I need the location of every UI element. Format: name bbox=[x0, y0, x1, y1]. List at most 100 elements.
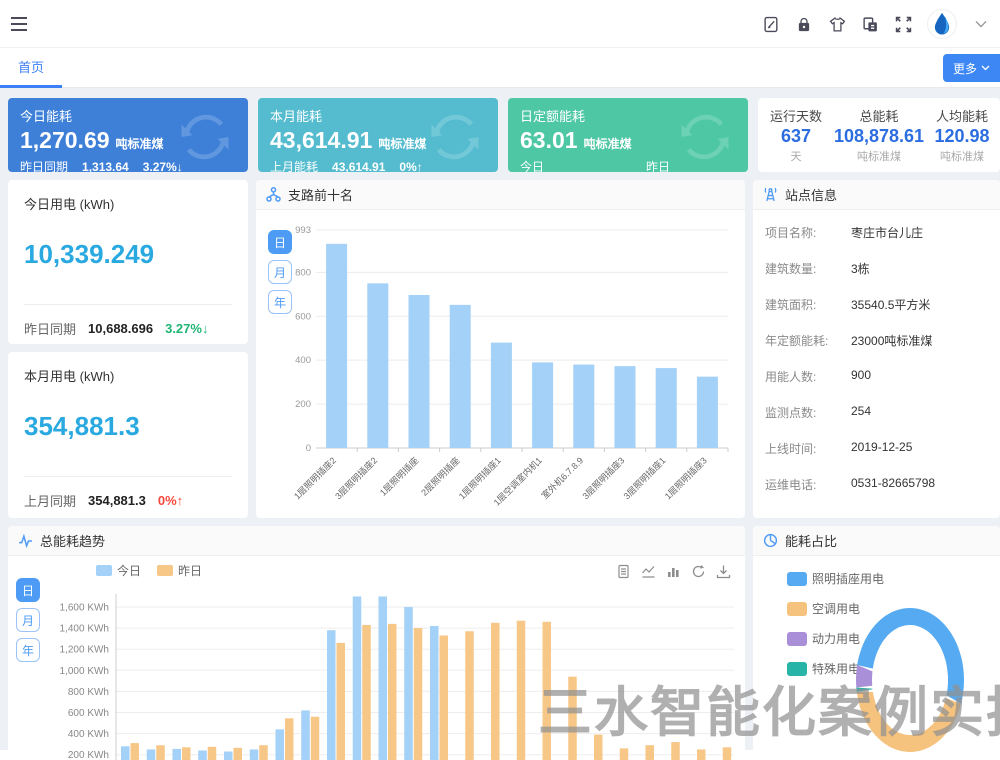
kpi-unit: 吨标准煤 bbox=[116, 137, 164, 151]
usage-value: 354,881.3 bbox=[24, 411, 232, 442]
usage-compare-label: 上月同期 bbox=[24, 491, 76, 510]
svg-text:3层照明插座3: 3层照明插座3 bbox=[580, 455, 627, 502]
energy-share-donut bbox=[753, 556, 1000, 760]
kpi-share-label: 昨日占比: bbox=[646, 158, 671, 172]
kpi-value: 63.01 bbox=[520, 127, 578, 153]
usage-compare-value: 10,688.696 bbox=[88, 321, 153, 336]
site-row: 建筑数量:3栋 bbox=[765, 260, 988, 296]
pie-chart-icon bbox=[763, 533, 778, 548]
fullscreen-icon[interactable] bbox=[894, 15, 912, 33]
kpi-compare-value: 1,313.64 bbox=[82, 160, 129, 173]
usage-title: 本月用电 (kWh) bbox=[24, 366, 232, 385]
kpi-share-label: 今日占比: bbox=[520, 158, 545, 172]
kpi-unit: 吨标准煤 bbox=[584, 137, 632, 151]
svg-text:1层照明插座: 1层照明插座 bbox=[377, 455, 420, 498]
site-row: 监测点数:254 bbox=[765, 404, 988, 440]
top-bar bbox=[0, 0, 1000, 48]
energy-share-panel: 能耗占比 照明插座用电 空调用电 动力用电 特殊用电 bbox=[753, 526, 1000, 760]
kpi-card-daily-quota-energy: 日定额能耗 63.01吨标准煤 今日占比:2,016.54% 昨日占比:2,08… bbox=[508, 98, 748, 172]
svg-text:1,600 KWh: 1,600 KWh bbox=[60, 603, 109, 614]
svg-text:1,200 KWh: 1,200 KWh bbox=[60, 645, 109, 656]
svg-text:1层照明插座1: 1层照明插座1 bbox=[456, 455, 503, 502]
usage-compare-value: 354,881.3 bbox=[88, 493, 146, 508]
stat-label: 运行天数 bbox=[758, 106, 834, 125]
usage-value: 10,339.249 bbox=[24, 239, 232, 270]
usage-compare-label: 昨日同期 bbox=[24, 319, 76, 338]
kpi-card-today-energy: 今日能耗 1,270.69吨标准煤 昨日同期1,313.643.27%↓ bbox=[8, 98, 248, 172]
stat-total-energy: 总能耗 108,878.61 吨标准煤 bbox=[834, 106, 924, 164]
stat-running-days: 运行天数 637 天 bbox=[758, 106, 834, 164]
usage-delta: 3.27%↓ bbox=[165, 321, 208, 336]
kpi-value: 43,614.91 bbox=[270, 127, 372, 153]
stats-card: 运行天数 637 天 总能耗 108,878.61 吨标准煤 人均能耗 120.… bbox=[758, 98, 1000, 172]
svg-text:993: 993 bbox=[295, 225, 311, 236]
branch-circuit-icon bbox=[266, 187, 281, 202]
svg-text:800 KWh: 800 KWh bbox=[68, 687, 109, 698]
svg-text:0: 0 bbox=[306, 443, 311, 454]
site-row: 上线时间:2019-12-25 bbox=[765, 440, 988, 476]
site-info-header: 站点信息 bbox=[753, 180, 1000, 210]
kpi-compare-label: 昨日同期 bbox=[20, 158, 68, 172]
svg-text:1层照明插座3: 1层照明插座3 bbox=[662, 455, 709, 502]
recycle-icon bbox=[176, 108, 234, 171]
stat-per-capita-energy: 人均能耗 120.98 吨标准煤 bbox=[924, 106, 1000, 164]
svg-text:3层照明插座2: 3层照明插座2 bbox=[333, 455, 380, 502]
stat-unit: 天 bbox=[758, 148, 834, 164]
site-row: 用能人数:900 bbox=[765, 368, 988, 404]
site-info-title: 站点信息 bbox=[785, 185, 837, 204]
stat-unit: 吨标准煤 bbox=[834, 148, 924, 164]
svg-text:3层照明插座1: 3层照明插座1 bbox=[621, 455, 668, 502]
svg-text:1,400 KWh: 1,400 KWh bbox=[60, 624, 109, 635]
tab-bar: 首页 更多 bbox=[0, 48, 1000, 88]
svg-text:1层照明插座2: 1层照明插座2 bbox=[291, 455, 338, 502]
svg-text:800: 800 bbox=[295, 267, 311, 278]
edit-note-icon[interactable] bbox=[762, 15, 780, 33]
water-drop-logo[interactable] bbox=[927, 9, 957, 39]
copy-icon[interactable] bbox=[861, 15, 879, 33]
site-row: 运维电话:0531-82665798 bbox=[765, 476, 988, 512]
trend-pulse-icon bbox=[18, 533, 33, 548]
svg-text:600: 600 bbox=[295, 311, 311, 322]
hamburger-menu-icon[interactable] bbox=[10, 15, 30, 33]
lock-icon[interactable] bbox=[795, 15, 813, 33]
site-info-panel: 站点信息 项目名称:枣庄市台儿庄 建筑数量:3栋 建筑面积:35540.5平方米… bbox=[753, 180, 1000, 518]
trend-panel-header: 总能耗趋势 bbox=[8, 526, 745, 556]
divider bbox=[24, 476, 232, 477]
recycle-icon bbox=[426, 108, 484, 171]
svg-text:室外机6.7.8.9: 室外机6.7.8.9 bbox=[539, 455, 585, 501]
site-info-rows: 项目名称:枣庄市台儿庄 建筑数量:3栋 建筑面积:35540.5平方米 年定额能… bbox=[753, 210, 1000, 512]
more-button[interactable]: 更多 bbox=[943, 54, 1000, 82]
branch-top10-panel: 支路前十名 日 月 年 02004006008009931层照明插座23层照明插… bbox=[256, 180, 745, 518]
branch-panel-header: 支路前十名 bbox=[256, 180, 745, 210]
signal-tower-icon bbox=[763, 187, 778, 202]
more-chevron-icon bbox=[981, 65, 990, 71]
divider bbox=[24, 304, 232, 305]
tab-home-label: 首页 bbox=[18, 57, 44, 76]
energy-trend-chart: 1,600 KWh1,400 KWh1,200 KWh1,000 KWh800 … bbox=[8, 574, 745, 760]
kpi-value: 1,270.69 bbox=[20, 127, 110, 153]
kpi-delta: 0%↑ bbox=[399, 160, 422, 173]
share-panel-title: 能耗占比 bbox=[785, 531, 837, 550]
branch-top10-chart: 02004006008009931层照明插座23层照明插座21层照明插座2层照明… bbox=[288, 218, 740, 518]
usage-card-today: 今日用电 (kWh) 10,339.249 昨日同期 10,688.696 3.… bbox=[8, 180, 248, 344]
stat-value: 108,878.61 bbox=[834, 126, 924, 147]
recycle-icon bbox=[676, 108, 734, 171]
usage-card-month: 本月用电 (kWh) 354,881.3 上月同期 354,881.3 0%↑ bbox=[8, 352, 248, 518]
stat-value: 637 bbox=[758, 126, 834, 147]
kpi-compare-value: 43,614.91 bbox=[332, 160, 385, 173]
stat-value: 120.98 bbox=[924, 126, 1000, 147]
kpi-card-month-energy: 本月能耗 43,614.91吨标准煤 上月能耗43,614.910%↑ bbox=[258, 98, 498, 172]
usage-delta: 0%↑ bbox=[158, 493, 183, 508]
svg-text:2层照明插座: 2层照明插座 bbox=[418, 455, 461, 498]
svg-text:400: 400 bbox=[295, 355, 311, 366]
site-row: 项目名称:枣庄市台儿庄 bbox=[765, 224, 988, 260]
kpi-compare-label: 上月能耗 bbox=[270, 158, 318, 172]
share-panel-header: 能耗占比 bbox=[753, 526, 1000, 556]
svg-text:200 KWh: 200 KWh bbox=[68, 750, 109, 760]
tab-home[interactable]: 首页 bbox=[0, 48, 62, 88]
energy-trend-panel: 总能耗趋势 日 月 年 今日 昨日 1,600 KWh1,400 KWh1,20… bbox=[8, 526, 745, 760]
t-shirt-icon[interactable] bbox=[828, 15, 846, 33]
chevron-down-icon[interactable] bbox=[972, 15, 990, 33]
trend-panel-title: 总能耗趋势 bbox=[40, 531, 105, 550]
usage-title: 今日用电 (kWh) bbox=[24, 194, 232, 213]
